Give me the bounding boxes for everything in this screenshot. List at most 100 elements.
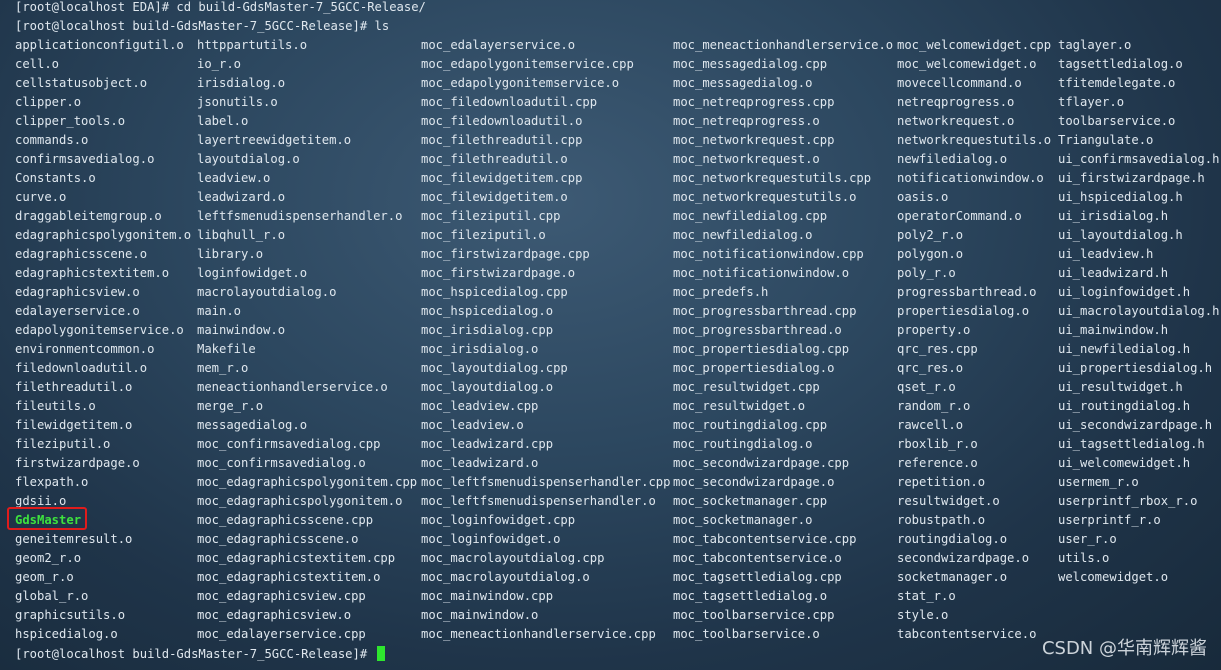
file-entry: layertreewidgetitem.o (197, 133, 352, 147)
file-entry: random_r.o (897, 399, 971, 413)
file-entry: ui_routingdialog.h (1058, 399, 1191, 413)
file-entry: ui_confirmsavedialog.h (1058, 152, 1220, 166)
file-entry: label.o (197, 114, 249, 128)
file-entry: cell.o (15, 57, 60, 71)
file-entry: stat_r.o (897, 589, 956, 603)
file-entry: ui_hspicedialog.h (1058, 190, 1183, 204)
file-entry: moc_welcomewidget.cpp (897, 38, 1052, 52)
file-entry: moc_confirmsavedialog.cpp (197, 437, 381, 451)
file-entry: moc_tagsettledialog.o (673, 589, 828, 603)
file-entry: ui_mainwindow.h (1058, 323, 1169, 337)
file-entry: flexpath.o (15, 475, 89, 489)
file-entry: moc_edagraphicsview.o (197, 608, 352, 622)
file-entry: polygon.o (897, 247, 964, 261)
file-entry: moc_hspicedialog.cpp (421, 285, 568, 299)
file-entry: moc_leadview.o (421, 418, 524, 432)
file-entry: moc_resultwidget.cpp (673, 380, 820, 394)
file-entry: ui_resultwidget.h (1058, 380, 1183, 394)
file-entry: moc_edagraphicstextitem.cpp (197, 551, 396, 565)
file-entry: moc_netreqprogress.o (673, 114, 820, 128)
listing-column-1: applicationconfigutil.o cell.o cellstatuso… (15, 36, 191, 644)
file-entry: moc_networkrequest.o (673, 152, 820, 166)
file-entry: moc_predefs.h (673, 285, 769, 299)
file-entry: mainwindow.o (197, 323, 286, 337)
file-entry: edagraphicsview.o (15, 285, 140, 299)
file-entry: confirmsavedialog.o (15, 152, 155, 166)
file-entry: networkrequestutils.o (897, 133, 1052, 147)
file-entry: moc_tagsettledialog.cpp (673, 570, 842, 584)
file-entry: geneitemresult.o (15, 532, 133, 546)
file-entry: filedownloadutil.o (15, 361, 148, 375)
terminal-cursor (376, 646, 385, 661)
file-entry: tagsettledialog.o (1058, 57, 1183, 71)
file-entry: poly_r.o (897, 266, 956, 280)
file-entry: moc_firstwizardpage.o (421, 266, 576, 280)
gdsmaster-highlight-box (7, 507, 87, 530)
file-entry: moc_firstwizardpage.cpp (421, 247, 590, 261)
file-entry: tflayer.o (1058, 95, 1125, 109)
file-entry: moc_leftfsmenudispenserhandler.o (421, 494, 656, 508)
file-entry: moc_newfiledialog.cpp (673, 209, 828, 223)
file-entry: taglayer.o (1058, 38, 1132, 52)
file-entry: fileutils.o (15, 399, 96, 413)
file-entry: edagraphicstextitem.o (15, 266, 170, 280)
file-entry: curve.o (15, 190, 67, 204)
file-entry: moc_progressbarthread.o (673, 323, 842, 337)
file-entry: edalayerservice.o (15, 304, 140, 318)
file-entry: applicationconfigutil.o (15, 38, 184, 52)
file-entry: moc_meneactionhandlerservice.cpp (421, 627, 656, 641)
file-entry: geom2_r.o (15, 551, 82, 565)
file-entry: commands.o (15, 133, 89, 147)
file-entry: clipper_tools.o (15, 114, 126, 128)
file-entry: moc_toolbarservice.o (673, 627, 820, 641)
file-entry: libqhull_r.o (197, 228, 286, 242)
file-entry: mem_r.o (197, 361, 249, 375)
listing-column-3: moc_edalayerservice.o moc_edapolygonitems… (421, 36, 670, 644)
file-entry: moc_confirmsavedialog.o (197, 456, 366, 470)
file-entry: moc_mainwindow.o (421, 608, 539, 622)
file-entry: moc_tabcontentservice.o (673, 551, 842, 565)
file-entry: moc_hspicedialog.o (421, 304, 554, 318)
file-entry: movecellcommand.o (897, 76, 1022, 90)
file-entry: moc_mainwindow.cpp (421, 589, 554, 603)
ls-command-line: [root@localhost build-GdsMaster-7_5GCC-R… (15, 19, 390, 33)
file-entry: leadview.o (197, 171, 271, 185)
file-entry: moc_fileziputil.o (421, 228, 546, 242)
listing-column-4: moc_meneactionhandlerservice.o moc_messag… (673, 36, 893, 644)
file-entry: qrc_res.o (897, 361, 964, 375)
file-entry: clipper.o (15, 95, 82, 109)
file-entry: moc_irisdialog.cpp (421, 323, 554, 337)
file-entry: usermem_r.o (1058, 475, 1139, 489)
file-entry: moc_socketmanager.cpp (673, 494, 828, 508)
file-entry: moc_edagraphicspolygonitem.o (197, 494, 403, 508)
file-entry: ui_propertiesdialog.h (1058, 361, 1213, 375)
file-entry: ui_loginfowidget.h (1058, 285, 1191, 299)
file-entry: ui_leadwizard.h (1058, 266, 1169, 280)
file-entry: macrolayoutdialog.o (197, 285, 337, 299)
file-entry: hspicedialog.o (15, 627, 118, 641)
file-entry: ui_welcomewidget.h (1058, 456, 1191, 470)
active-prompt-line[interactable]: [root@localhost build-GdsMaster-7_5GCC-R… (15, 645, 385, 664)
file-entry: moc_networkrequestutils.cpp (673, 171, 872, 185)
file-entry: httppartutils.o (197, 38, 308, 52)
file-entry: ui_newfiledialog.h (1058, 342, 1191, 356)
file-entry: moc_routingdialog.o (673, 437, 813, 451)
file-entry: moc_messagedialog.o (673, 76, 813, 90)
file-entry: moc_edapolygonitemservice.cpp (421, 57, 634, 71)
file-entry: moc_edalayerservice.cpp (197, 627, 366, 641)
file-entry: fileziputil.o (15, 437, 111, 451)
file-entry: main.o (197, 304, 242, 318)
file-entry: layoutdialog.o (197, 152, 300, 166)
file-entry: moc_filethreadutil.o (421, 152, 568, 166)
file-entry: moc_notificationwindow.cpp (673, 247, 864, 261)
file-entry: moc_newfiledialog.o (673, 228, 813, 242)
file-entry: propertiesdialog.o (897, 304, 1030, 318)
file-entry: tfitemdelegate.o (1058, 76, 1176, 90)
file-entry: library.o (197, 247, 264, 261)
file-entry: moc_filethreadutil.cpp (421, 133, 583, 147)
file-entry: moc_notificationwindow.o (673, 266, 850, 280)
file-entry: ui_secondwizardpage.h (1058, 418, 1213, 432)
file-entry: moc_leftfsmenudispenserhandler.cpp (421, 475, 671, 489)
file-entry: user_r.o (1058, 532, 1117, 546)
terminal-window[interactable]: [root@localhost EDA]# cd build-GdsMaster… (0, 0, 1221, 670)
